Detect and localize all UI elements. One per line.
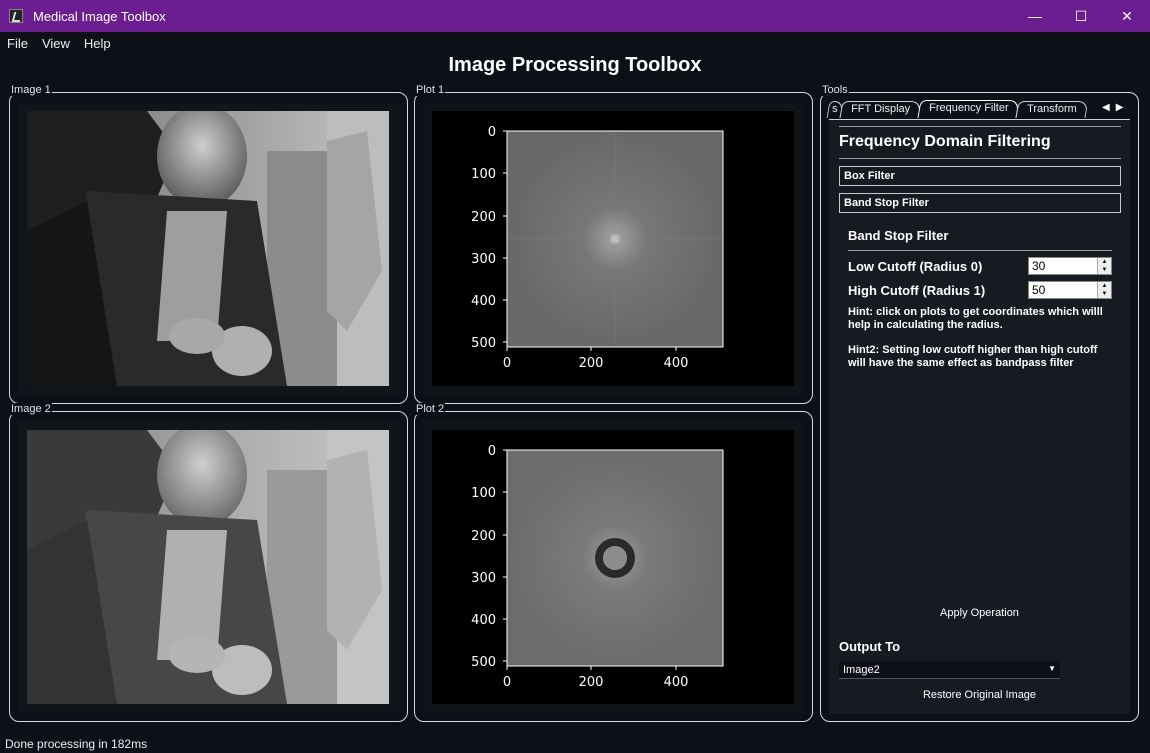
- plot2-ytick: 400: [471, 613, 496, 628]
- high-cutoff-value: 50: [1032, 283, 1046, 297]
- low-cutoff-spinbox[interactable]: 30 ▲ ▼: [1028, 257, 1112, 275]
- plot2-xtick: 200: [579, 675, 604, 690]
- plot1-xtick: 200: [579, 356, 604, 371]
- tab-scroll-right-icon[interactable]: ▶: [1116, 102, 1124, 113]
- band-stop-filter-button[interactable]: Band Stop Filter: [839, 193, 1121, 213]
- plot1-ytick: 200: [471, 210, 496, 225]
- maximize-button[interactable]: ☐: [1058, 0, 1104, 32]
- output-select[interactable]: Image2 ▼: [839, 661, 1060, 679]
- section-title: Frequency Domain Filtering: [839, 133, 1051, 150]
- plot1-ytick: 0: [488, 125, 496, 140]
- title-bar: Medical Image Toolbox — ☐ ✕: [0, 0, 1150, 32]
- tab-scroll-left-icon[interactable]: ◀: [1102, 102, 1110, 113]
- apply-operation-button[interactable]: Apply Operation: [829, 607, 1130, 619]
- hint2-text: Hint2: Setting low cutoff higher than hi…: [848, 344, 1098, 369]
- output-select-value: Image2: [843, 664, 880, 676]
- image2-group-title: Image 2: [10, 403, 52, 415]
- image1-group-title: Image 1: [10, 84, 52, 96]
- high-cutoff-label: High Cutoff (Radius 1): [848, 283, 986, 298]
- plot1-xtick: 400: [664, 356, 689, 371]
- chevron-down-icon: ▼: [1048, 664, 1056, 673]
- image2-view[interactable]: [27, 430, 389, 704]
- divider: [839, 126, 1121, 127]
- spin-arrows-icon[interactable]: ▲ ▼: [1097, 258, 1111, 274]
- plot2-ytick: 0: [488, 444, 496, 459]
- plot2-group-title: Plot 2: [415, 403, 446, 415]
- plot2-ytick: 500: [471, 655, 496, 670]
- plot1-ytick: 500: [471, 336, 496, 351]
- menu-file[interactable]: File: [0, 36, 35, 51]
- status-bar: Done processing in 182ms: [5, 737, 148, 751]
- image1-view[interactable]: [27, 111, 389, 386]
- plot2-ytick: 100: [471, 486, 496, 501]
- high-cutoff-spinbox[interactable]: 50 ▲ ▼: [1028, 281, 1112, 299]
- plot1-ytick: 100: [471, 167, 496, 182]
- plot2-ytick: 200: [471, 529, 496, 544]
- tools-group-title: Tools: [821, 84, 849, 96]
- plot1-chart: 0 100 200 300 400 500 0 200 400: [471, 125, 724, 371]
- plot1-ytick: 400: [471, 294, 496, 309]
- plot2-xticks: 0 200 400: [503, 666, 689, 690]
- band-stop-title: Band Stop Filter: [848, 228, 949, 243]
- app-icon: [9, 9, 23, 23]
- tab-transform[interactable]: Transform: [1015, 101, 1089, 118]
- output-to-label: Output To: [839, 639, 901, 654]
- divider: [839, 158, 1121, 159]
- menu-view[interactable]: View: [35, 36, 77, 51]
- plot2-xtick: 400: [664, 675, 689, 690]
- menu-bar: File View Help: [0, 32, 118, 54]
- plot2-chart: 0 100 200 300 400 500 0 200 400: [471, 444, 724, 690]
- plot2-xtick: 0: [503, 675, 511, 690]
- plot1-xtick: 0: [503, 356, 511, 371]
- page-title: Image Processing Toolbox: [448, 54, 702, 76]
- low-cutoff-value: 30: [1032, 259, 1046, 273]
- low-cutoff-label: Low Cutoff (Radius 0): [848, 259, 983, 274]
- spin-arrows-icon[interactable]: ▲ ▼: [1097, 282, 1111, 298]
- plot1-group-title: Plot 1: [415, 84, 446, 96]
- hint-text: Hint: click on plots to get coordinates …: [848, 306, 1103, 331]
- plot2-center: [604, 547, 626, 569]
- plot2-ytick: 300: [471, 571, 496, 586]
- image1-photo: [27, 111, 389, 386]
- tab-bar: s FFT Display Frequency Filter Transform: [826, 100, 1128, 118]
- window-title: Medical Image Toolbox: [33, 8, 166, 24]
- menu-help[interactable]: Help: [77, 36, 118, 51]
- plot1-xticks: 0 200 400: [503, 347, 689, 371]
- plot1-ytick: 300: [471, 252, 496, 267]
- plot2-yticks: 0 100 200 300 400 500: [471, 444, 507, 670]
- close-button[interactable]: ✕: [1104, 0, 1150, 32]
- restore-original-button[interactable]: Restore Original Image: [829, 689, 1130, 701]
- box-filter-button[interactable]: Box Filter: [839, 166, 1121, 186]
- tab-frequency-filter[interactable]: Frequency Filter: [917, 100, 1020, 118]
- plot1-yticks: 0 100 200 300 400 500: [471, 125, 507, 351]
- tab-fft-display[interactable]: FFT Display: [839, 101, 922, 118]
- minimize-button[interactable]: —: [1012, 0, 1058, 32]
- divider: [848, 250, 1112, 251]
- plot2-canvas[interactable]: 0 100 200 300 400 500 0 200 400: [432, 430, 794, 704]
- image2-photo: [27, 430, 389, 704]
- plot1-canvas[interactable]: 0 100 200 300 400 500 0 200 400: [432, 111, 794, 386]
